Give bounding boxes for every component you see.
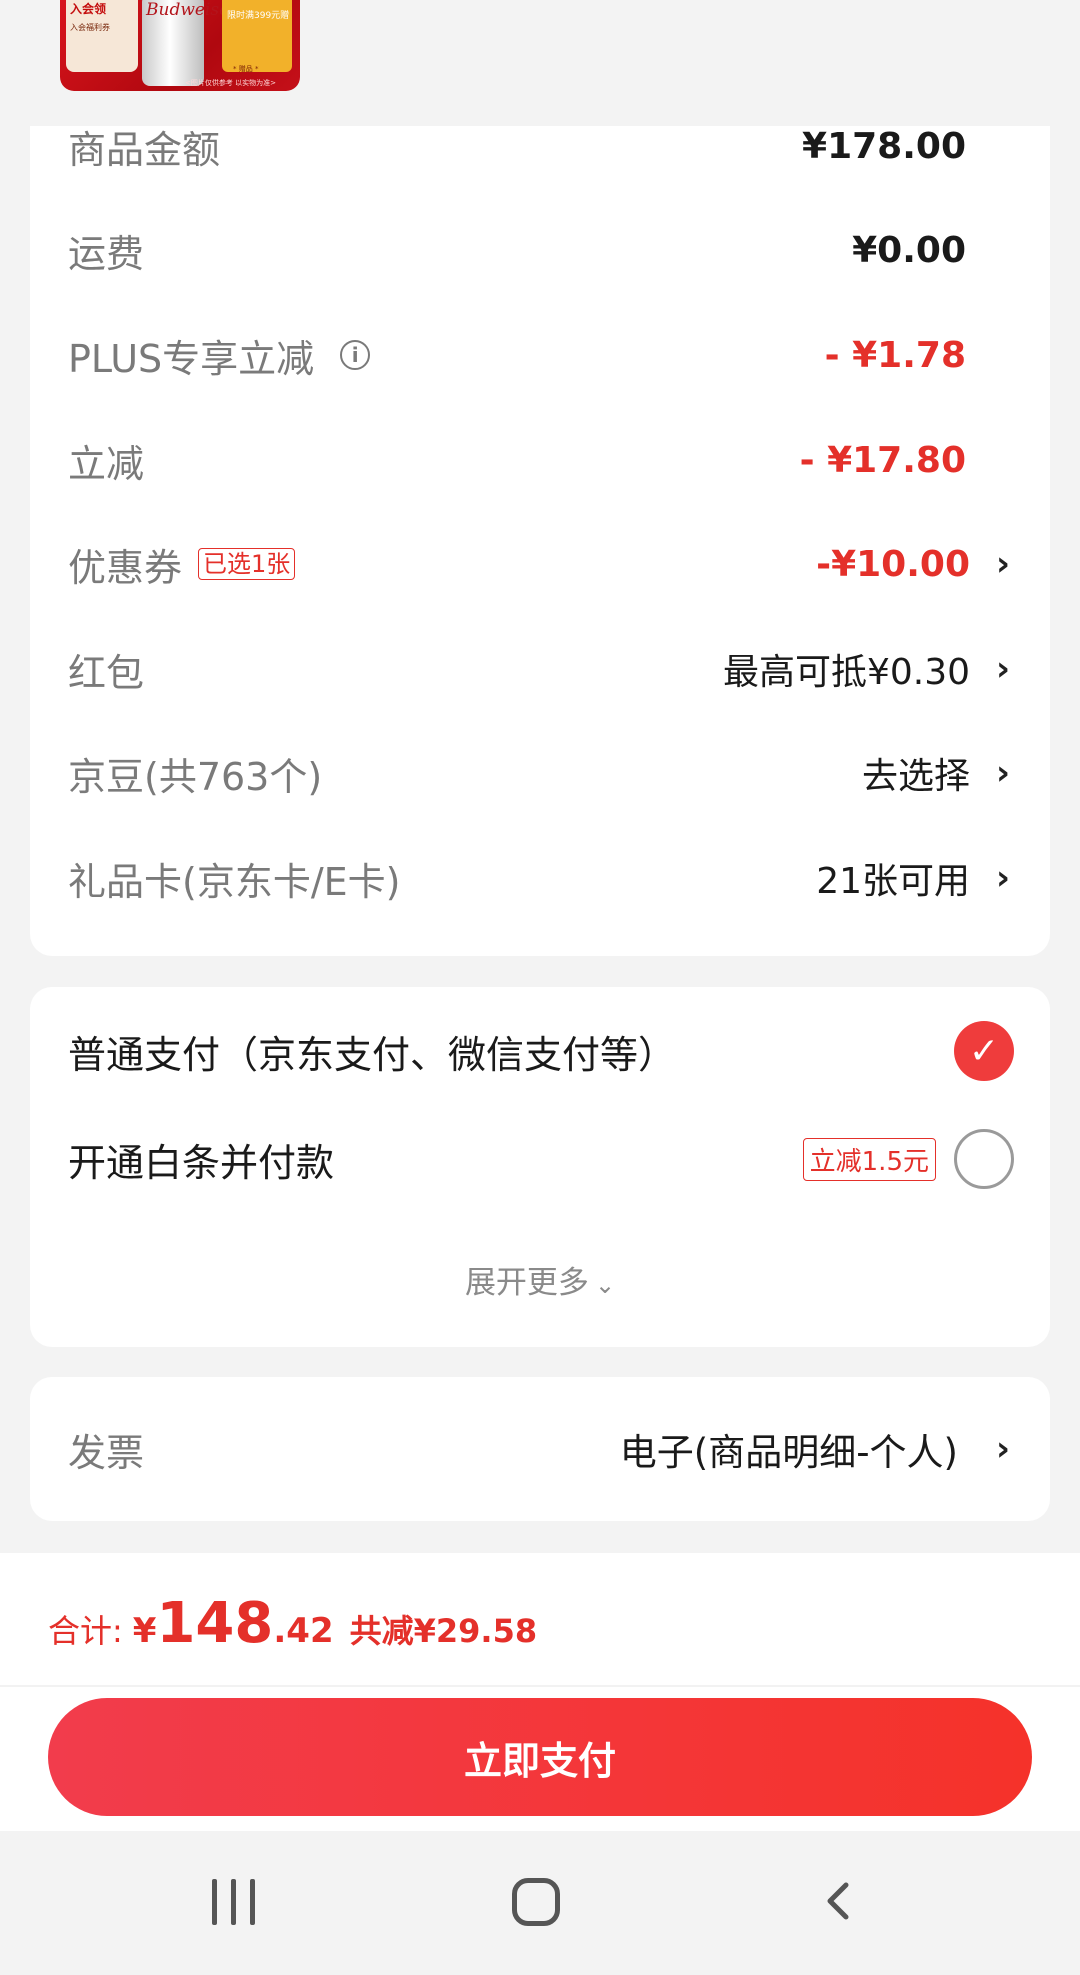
chevron-right-icon: › [995,1429,1010,1469]
banner-left-title: 入会领 [70,2,107,16]
gift-card-row[interactable]: 礼品卡(京东卡/E卡) 21张可用 › [30,848,1050,908]
chevron-right-icon: › [995,544,1010,584]
jingdou-label: 京豆(共763个) [68,754,323,799]
gift-card-value: 21张可用 [816,861,970,902]
chevron-right-icon: › [995,753,1010,793]
red-packet-label: 红包 [68,650,145,695]
recent-apps-icon[interactable] [210,1879,258,1925]
product-banner-image[interactable]: 入会领 入会福利券 Budweiser 限时满399元赠 * 赠品 * <图片仅… [60,0,300,91]
total-currency: ¥ [132,1611,157,1651]
jingdou-row[interactable]: 京豆(共763个) 去选择 › [30,743,1050,803]
baitiao-discount-badge: 立减1.5元 [802,1137,936,1181]
coupon-row[interactable]: 优惠券 已选1张 -¥10.00 › [30,534,1050,594]
invoice-card[interactable]: 发票 电子(商品明细-个人) › [30,1377,1050,1521]
goods-amount-label: 商品金额 [68,127,221,172]
expand-more-button[interactable]: 展开更多 ⌄ [30,1257,1050,1302]
instant-discount-label: 立减 [68,441,145,486]
red-packet-row[interactable]: 红包 最高可抵¥0.30 › [30,639,1050,699]
banner-right-top: 限时满399元赠 [227,11,290,21]
instant-discount-value: - ¥17.80 [799,439,966,481]
radio-unchecked[interactable] [954,1129,1014,1189]
red-packet-value: 最高可抵¥0.30 [722,652,970,693]
payment-method-card: 普通支付（京东支付、微信支付等） ✓ 开通白条并付款 立减1.5元 展开更多 ⌄ [30,987,1050,1347]
back-icon[interactable] [820,1881,860,1921]
goods-amount-row: 商品金额 ¥178.00 [30,116,1050,176]
banner-footnote: <图片仅供参考 以实物为准> [185,79,276,87]
payment-option-baitiao[interactable]: 开通白条并付款 立减1.5元 [30,1124,1050,1194]
coupon-value: -¥10.00 [816,543,970,585]
coupon-selected-badge: 已选1张 [198,548,296,580]
total-decimal: .42 [273,1611,334,1651]
checkout-bar: 合计: ¥ 148 .42 共减¥29.58 立即支付 [0,1553,1080,1831]
plus-discount-value: - ¥1.78 [824,334,966,376]
shipping-value: ¥0.00 [852,229,966,271]
price-breakdown-card: 商品金额 ¥178.00 运费 ¥0.00 PLUS专享立减 i - ¥1.78… [30,126,1050,956]
shipping-label: 运费 [68,231,145,276]
expand-more-label: 展开更多 [464,1265,589,1301]
total-label: 合计: [48,1612,123,1650]
banner-right-bottom: * 赠品 * [233,65,259,73]
total-saved: 共减¥29.58 [349,1612,538,1650]
plus-discount-row: PLUS专享立减 i - ¥1.78 [30,325,1050,385]
shipping-row: 运费 ¥0.00 [30,220,1050,280]
chevron-down-icon: ⌄ [594,1271,616,1299]
coupon-label: 优惠券 [68,545,183,590]
instant-discount-row: 立减 - ¥17.80 [30,430,1050,490]
pay-now-button[interactable]: 立即支付 [48,1698,1032,1816]
chevron-right-icon: › [995,858,1010,898]
invoice-row[interactable]: 发票 电子(商品明细-个人) › [30,1419,1050,1479]
system-navigation-bar [0,1831,1080,1975]
divider [0,1685,1080,1687]
jingdou-value: 去选择 [861,756,970,797]
info-icon[interactable]: i [340,340,371,370]
chevron-right-icon: › [995,649,1010,689]
goods-amount-value: ¥178.00 [802,125,966,167]
payment-option-baitiao-label: 开通白条并付款 [68,1140,335,1185]
checkmark-icon[interactable]: ✓ [954,1021,1014,1081]
home-icon[interactable] [512,1878,560,1926]
payment-option-normal[interactable]: 普通支付（京东支付、微信支付等） ✓ [30,1016,1050,1086]
order-total: 合计: ¥ 148 .42 共减¥29.58 [48,1591,537,1656]
invoice-label: 发票 [68,1430,145,1475]
gift-card-label: 礼品卡(京东卡/E卡) [68,859,401,904]
invoice-value: 电子(商品明细-个人) [619,1431,958,1474]
total-integer: 148 [156,1591,274,1656]
plus-discount-label: PLUS专享立减 [68,336,315,381]
payment-option-normal-label: 普通支付（京东支付、微信支付等） [68,1032,677,1077]
banner-left-sub: 入会福利券 [70,23,110,32]
